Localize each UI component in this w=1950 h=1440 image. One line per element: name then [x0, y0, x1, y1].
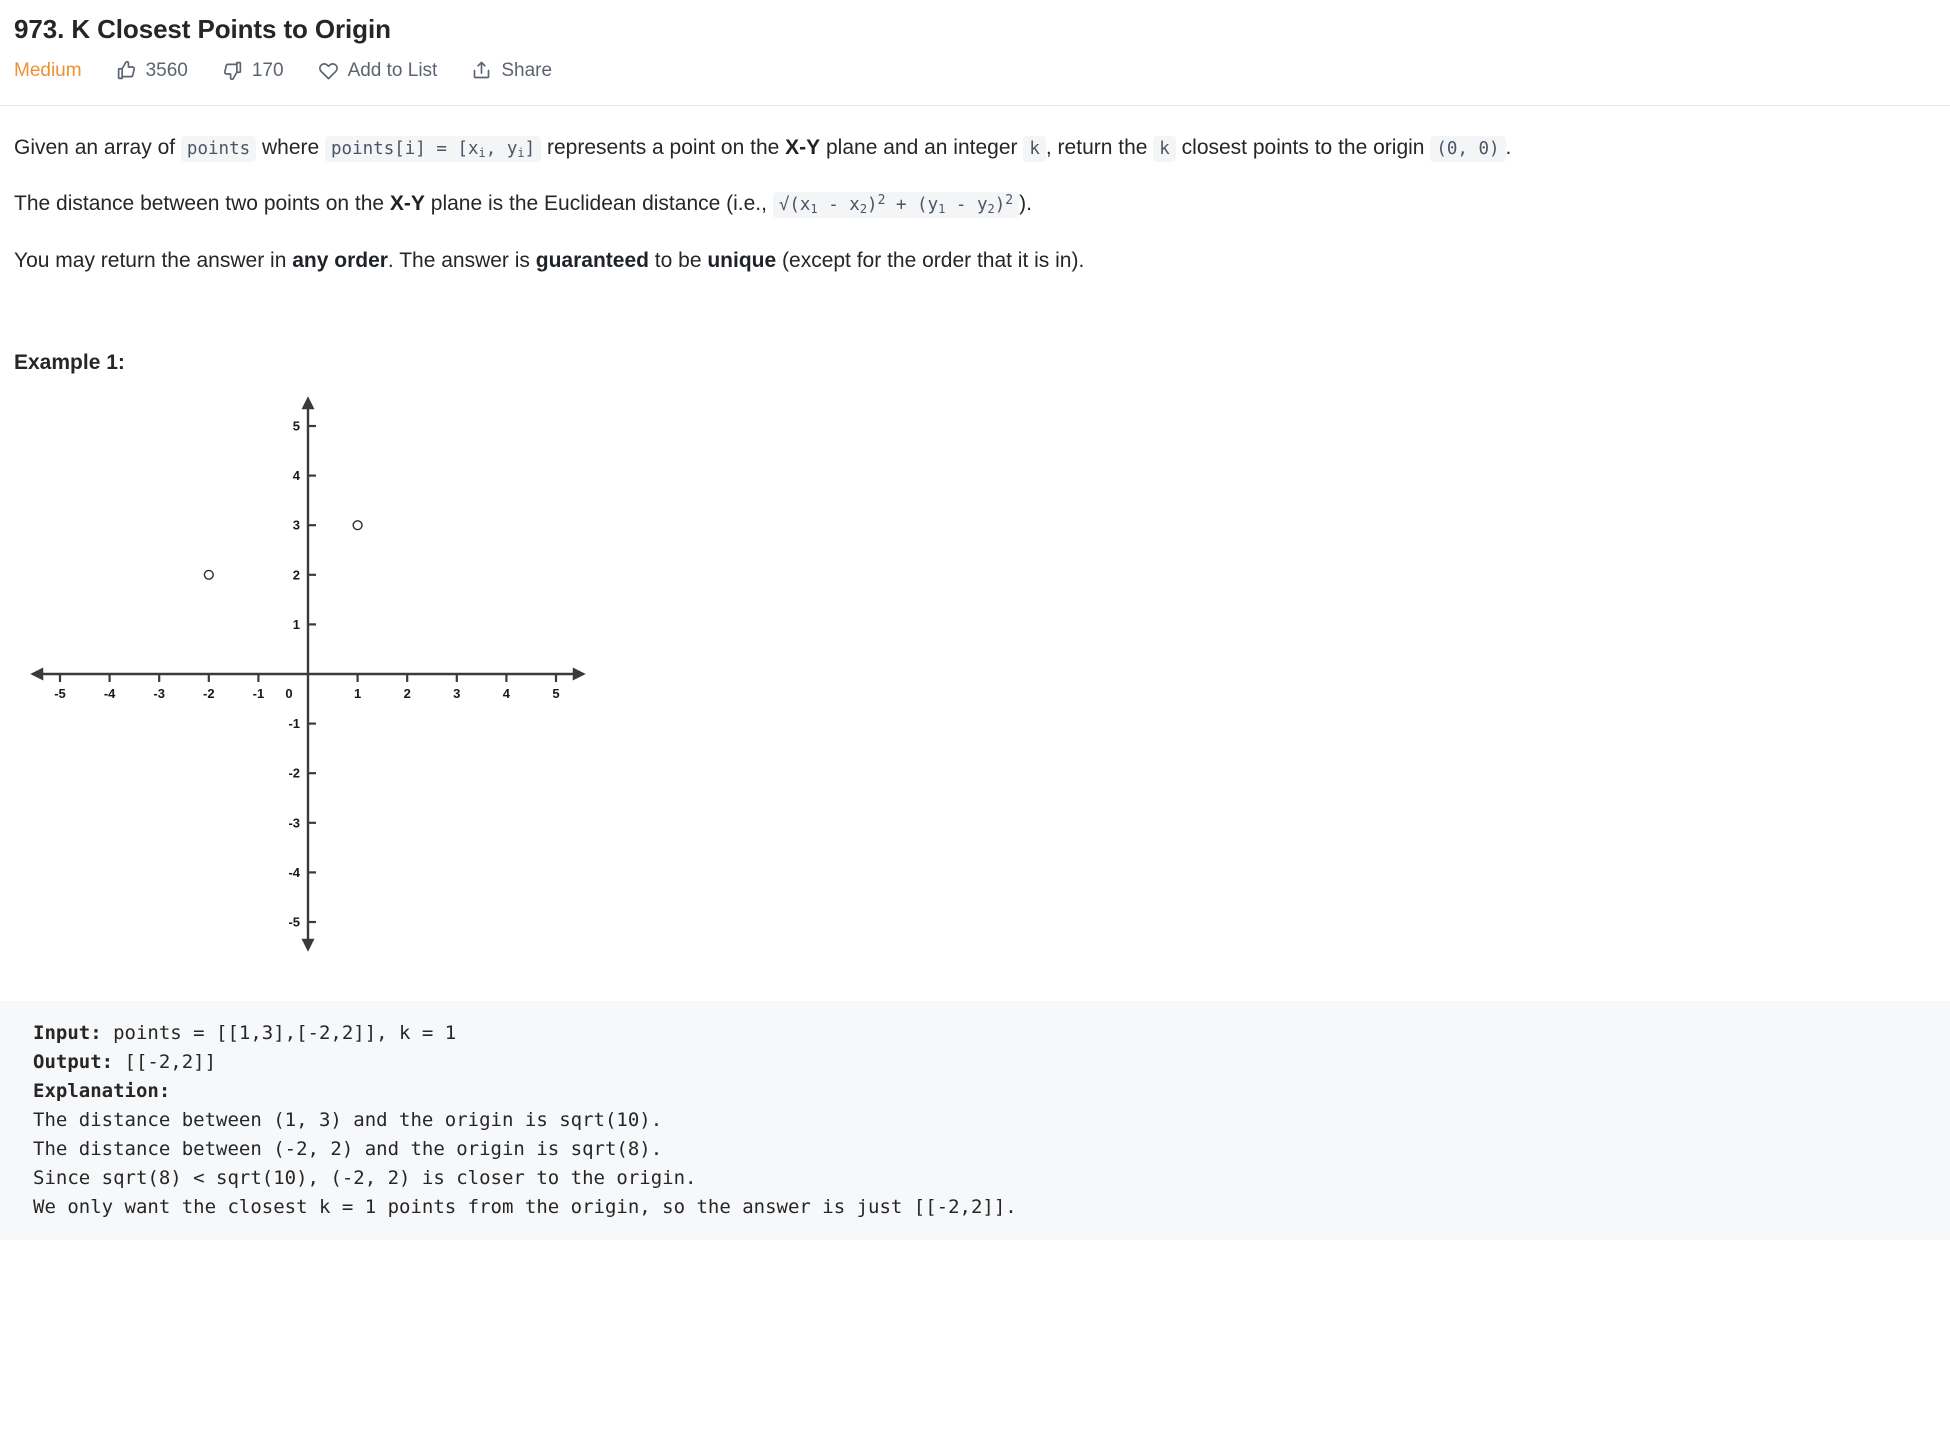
p1-text-b: where	[256, 135, 326, 159]
code-k-2: k	[1153, 135, 1176, 162]
explanation-line-4: We only want the closest k = 1 points fr…	[33, 1195, 1017, 1218]
problem-meta-row: Medium 3560 170 Add to List Share	[0, 47, 1950, 82]
svg-text:0: 0	[285, 686, 292, 701]
coordinate-plane-figure: -5 -4 -3 -2 -1 0 1 2 3 4 5 5 4 3 2 1 -1 -2 -3 -4 -5	[0, 387, 1950, 987]
svg-text:1: 1	[293, 617, 300, 632]
code-seg: points[i] = [x	[331, 138, 479, 159]
p2-bold-xy: X-Y	[389, 192, 425, 216]
dislike-button[interactable]: 170	[222, 60, 284, 82]
output-label: Output:	[33, 1051, 114, 1074]
svg-text:-4: -4	[104, 686, 116, 701]
example-1-heading: Example 1:	[14, 351, 125, 375]
code-k-1: k	[1023, 135, 1046, 162]
header-divider	[0, 104, 1950, 106]
svg-text:5: 5	[552, 686, 559, 701]
code-sub: 2	[859, 202, 868, 217]
dislike-count: 170	[251, 59, 284, 81]
p1-text-c: represents a point on the	[541, 135, 786, 159]
description-paragraph-3: You may return the answer in any order. …	[14, 245, 1936, 278]
p3-bold-guaranteed: guaranteed	[535, 248, 649, 272]
code-points-index: points[i] = [xi, yi]	[325, 135, 542, 162]
explanation-label: Explanation:	[33, 1080, 171, 1103]
explanation-line-2: The distance between (-2, 2) and the ori…	[33, 1137, 663, 1160]
like-count: 3560	[145, 59, 188, 81]
share-icon	[471, 60, 492, 81]
data-point	[203, 570, 214, 581]
svg-text:-5: -5	[288, 915, 300, 930]
p3-text-a: You may return the answer in	[14, 248, 293, 272]
share-button[interactable]: Share	[471, 60, 552, 82]
p1-bold-xy: X-Y	[785, 135, 821, 159]
page-title: 973. K Closest Points to Origin	[14, 14, 391, 44]
svg-text:-2: -2	[203, 686, 215, 701]
p1-text-d: plane and an integer	[820, 135, 1024, 159]
p3-text-b: . The answer is	[387, 248, 536, 272]
heart-icon	[318, 60, 339, 81]
output-value: [[-2,2]]	[113, 1051, 217, 1074]
svg-text:-3: -3	[288, 816, 300, 831]
svg-text:-1: -1	[288, 717, 300, 732]
code-origin: (0, 0)	[1430, 135, 1506, 162]
code-seg: , y	[485, 138, 518, 159]
svg-text:-3: -3	[153, 686, 165, 701]
svg-text:-5: -5	[54, 686, 66, 701]
example-1-code-block: Input: points = [[1,3],[-2,2]], k = 1 Ou…	[0, 1001, 1950, 1240]
input-label: Input:	[33, 1022, 102, 1045]
code-seg: √(x	[778, 195, 811, 216]
add-to-list-button[interactable]: Add to List	[318, 59, 438, 82]
code-points: points	[180, 135, 257, 162]
svg-text:2: 2	[293, 568, 300, 583]
svg-text:5: 5	[293, 419, 300, 434]
p1-text-e: , return the	[1045, 135, 1154, 159]
p3-text-c: to be	[648, 248, 708, 272]
share-label: Share	[501, 59, 553, 81]
description-paragraph-1: Given an array of points where points[i]…	[14, 132, 1936, 165]
code-seg: )	[867, 195, 878, 216]
explanation-line-1: The distance between (1, 3) and the orig…	[33, 1109, 663, 1132]
svg-text:4: 4	[293, 469, 301, 484]
p2-text-a: The distance between two points on the	[14, 192, 390, 216]
explanation-line-3: Since sqrt(8) < sqrt(10), (-2, 2) is clo…	[33, 1166, 697, 1189]
difficulty-badge: Medium	[14, 59, 82, 81]
page-header: 973. K Closest Points to Origin Medium 3…	[0, 0, 1950, 106]
svg-text:1: 1	[354, 686, 361, 701]
svg-text:-1: -1	[253, 686, 265, 701]
code-sup: 2	[1005, 193, 1014, 209]
thumbs-up-icon	[116, 60, 137, 81]
p1-text-g: .	[1505, 135, 1512, 159]
svg-text:4: 4	[503, 686, 511, 701]
input-value: points = [[1,3],[-2,2]], k = 1	[101, 1022, 457, 1045]
svg-text:2: 2	[404, 686, 411, 701]
p2-text-c: ).	[1019, 192, 1032, 216]
scatter-plot: -5 -4 -3 -2 -1 0 1 2 3 4 5 5 4 3 2 1 -1 -2 -3 -4 -5	[30, 396, 586, 953]
p3-bold-unique: unique	[707, 248, 777, 272]
svg-text:-2: -2	[288, 766, 300, 781]
svg-text:3: 3	[293, 518, 300, 533]
data-point	[352, 520, 363, 531]
code-sub: 2	[987, 202, 995, 217]
example-1-pre: Input: points = [[1,3],[-2,2]], k = 1 Ou…	[0, 1019, 1950, 1221]
code-seg: )	[994, 195, 1006, 216]
svg-text:3: 3	[453, 686, 460, 701]
description-paragraph-2: The distance between two points on the X…	[14, 188, 1936, 221]
code-seg: ]	[524, 138, 536, 159]
p3-bold-any-order: any order	[292, 248, 388, 272]
thumbs-down-icon	[222, 60, 243, 81]
problem-description: Given an array of points where points[i]…	[0, 132, 1950, 376]
problem-page: 973. K Closest Points to Origin Medium 3…	[0, 0, 1950, 1440]
p3-text-d: (except for the order that it is in).	[776, 248, 1085, 272]
code-seg: - x	[817, 195, 860, 216]
p2-text-b: plane is the Euclidean distance (i.e.,	[424, 192, 773, 216]
code-sub: i	[478, 145, 486, 160]
add-to-list-label: Add to List	[347, 59, 438, 81]
code-euclidean-formula: √(x1 - x2)2 + (y1 - y2)2	[772, 192, 1020, 219]
code-sub: i	[517, 145, 525, 160]
svg-text:-4: -4	[288, 865, 300, 880]
p1-text-a: Given an array of	[14, 135, 181, 159]
code-sub: 1	[810, 202, 818, 217]
like-button[interactable]: 3560	[116, 60, 188, 82]
code-seg: - y	[945, 195, 988, 216]
code-seg: + (y	[885, 195, 939, 216]
p1-text-f: closest points to the origin	[1175, 135, 1431, 159]
